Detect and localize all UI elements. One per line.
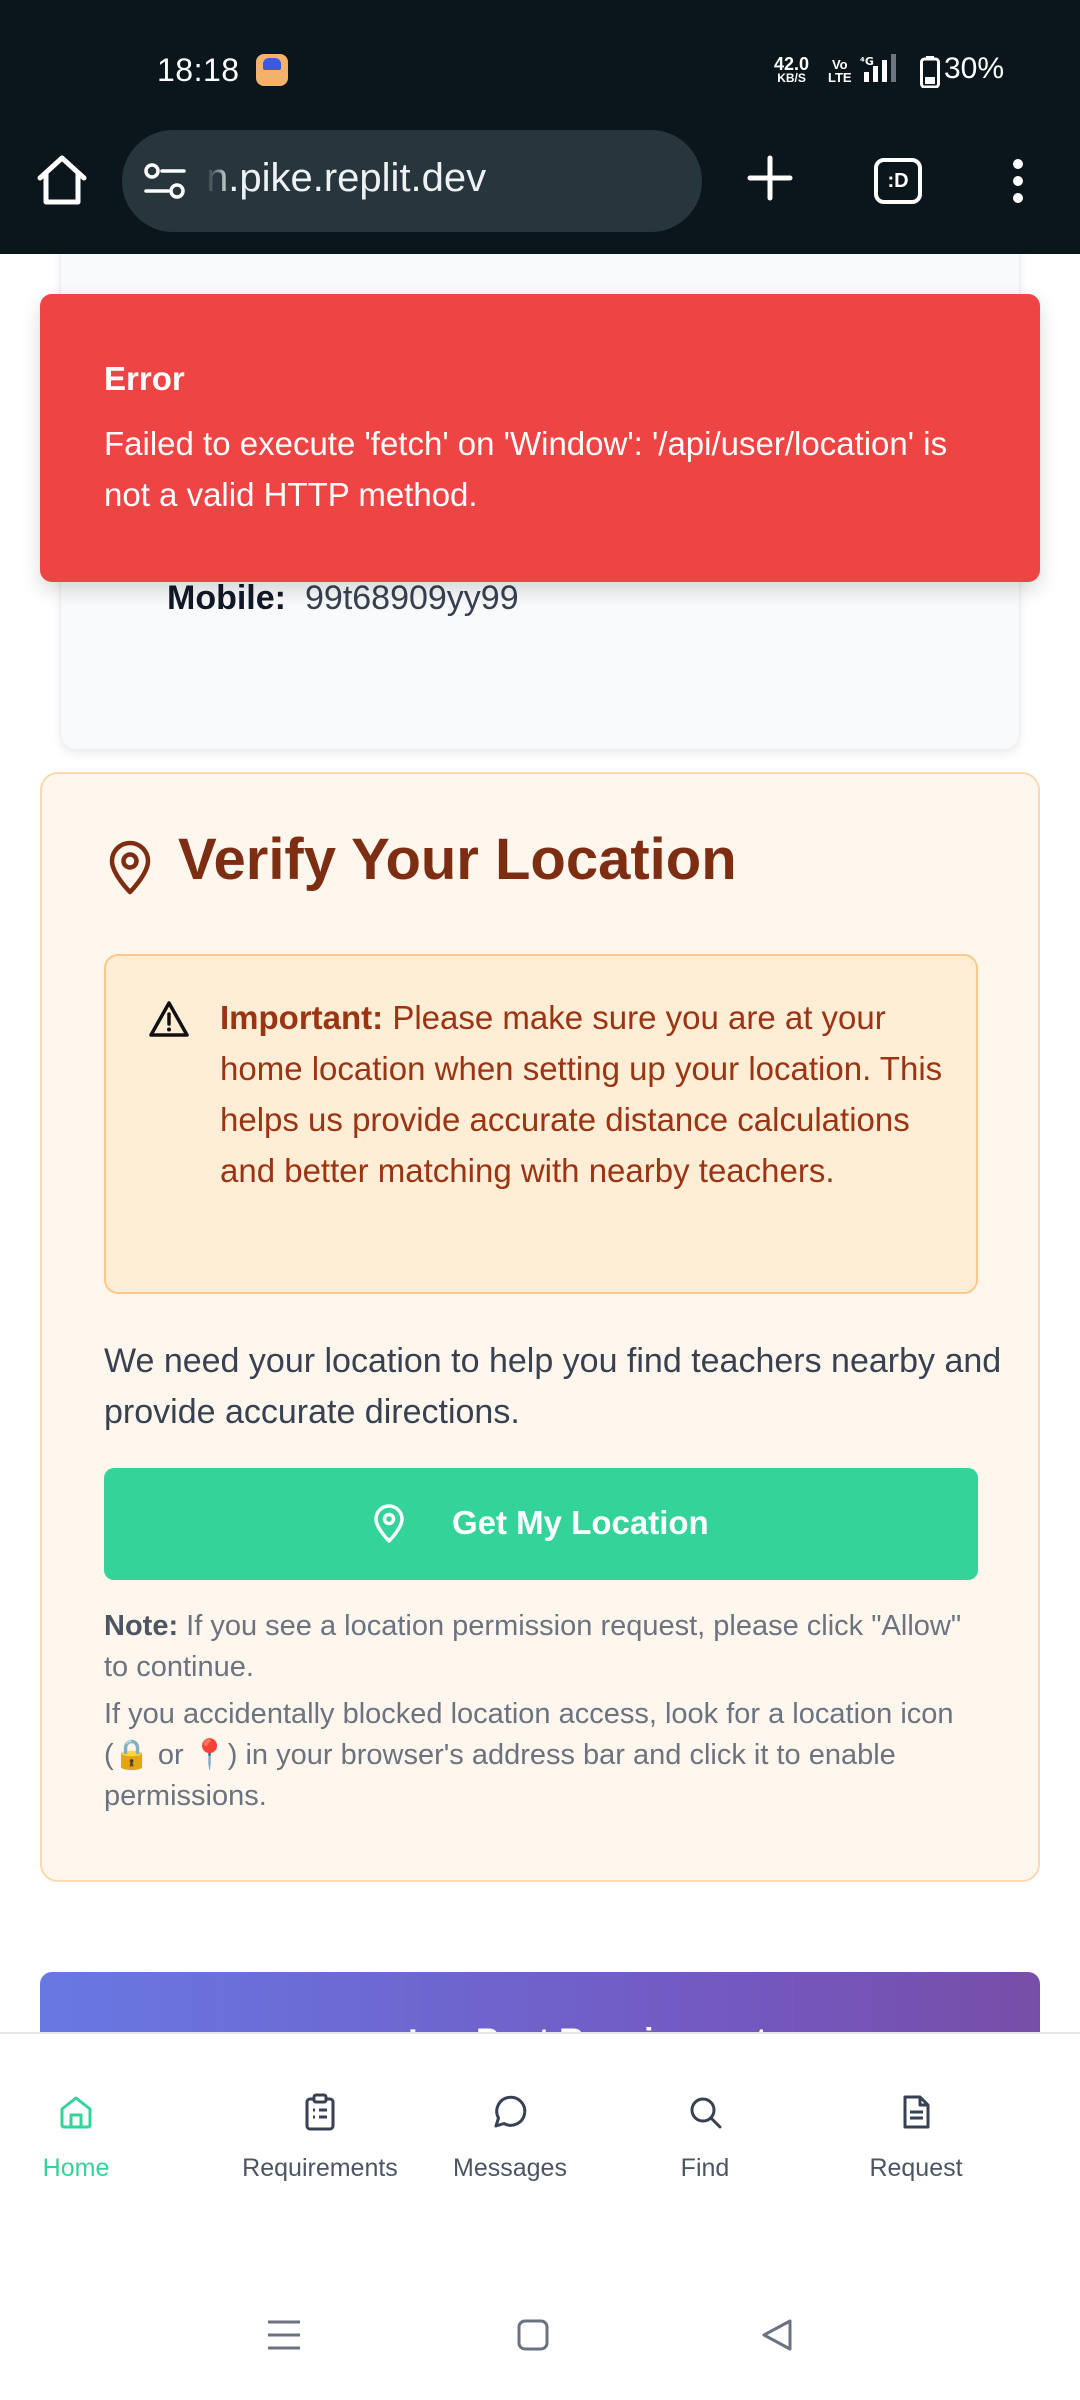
status-time: 18:18: [157, 52, 240, 88]
home-square-icon[interactable]: [516, 2318, 550, 2352]
battery-percent: 30%: [944, 52, 1005, 85]
nav-request[interactable]: Request: [856, 2092, 976, 2183]
svg-text:⁴G: ⁴G: [860, 55, 874, 68]
nav-label-home: Home: [42, 2154, 110, 2182]
network-speed-unit: KB/S: [777, 71, 806, 85]
address-bar[interactable]: n.pike.replit.dev: [122, 130, 702, 232]
error-toast[interactable]: Error Failed to execute 'fetch' on 'Wind…: [40, 294, 1040, 582]
volte-line2: LTE: [828, 70, 852, 85]
note-body: If you see a location permission request…: [104, 1610, 962, 1683]
important-alert: Important: Please make sure you are at y…: [104, 954, 978, 1294]
location-title: Verify Your Location: [178, 827, 737, 892]
map-pin-icon: [109, 840, 151, 895]
verify-location-card: Verify Your Location Important: Please m…: [40, 772, 1040, 1882]
system-nav-bar: [0, 2232, 1080, 2400]
map-pin-icon: [374, 1504, 404, 1543]
page-content: Mobile: 99t68909yy99 Error Failed to exe…: [0, 254, 1080, 2032]
mobile-label: Mobile:: [167, 579, 286, 617]
clipboard-icon: [305, 2093, 335, 2131]
nav-label-messages: Messages: [453, 2154, 567, 2182]
network-speed: 42.0 KB/S: [774, 55, 809, 85]
notification-app-icon: [256, 54, 288, 86]
signal-4g-icon: ⁴G: [860, 54, 896, 82]
note-text: Note: If you see a location permission r…: [104, 1606, 984, 1688]
home-icon: [60, 2096, 92, 2129]
home-icon[interactable]: [34, 152, 90, 208]
alert-text: Important: Please make sure you are at y…: [220, 992, 950, 1196]
nav-find[interactable]: Find: [665, 2092, 745, 2183]
chat-bubble-icon: [494, 2095, 527, 2128]
location-description: We need your location to help you find t…: [104, 1342, 1002, 1431]
tab-switcher-button[interactable]: :D: [874, 158, 922, 204]
plus-icon: +: [400, 2016, 426, 2032]
url-text[interactable]: n.pike.replit.dev: [206, 156, 686, 201]
volte-indicator: Vo LTE: [828, 58, 852, 84]
new-tab-icon[interactable]: [746, 154, 794, 202]
toast-title: Error: [104, 360, 185, 397]
nav-label-request: Request: [869, 2154, 963, 2182]
mobile-value: 99t68909yy99: [305, 579, 519, 617]
nav-messages[interactable]: Messages: [440, 2092, 580, 2183]
nav-requirements[interactable]: Requirements: [230, 2092, 410, 2183]
toast-message: Failed to execute 'fetch' on 'Window': '…: [104, 425, 948, 513]
warning-triangle-icon: [149, 1001, 189, 1037]
document-icon: [903, 2095, 930, 2129]
bottom-nav: Home Requirements Messages Find Request: [0, 2032, 1080, 2232]
nav-label-requirements: Requirements: [242, 2154, 398, 2182]
post-requirement-button[interactable]: + Post Requirement: [40, 1972, 1040, 2032]
note-strong: Note:: [104, 1610, 179, 1642]
browser-chrome: 18:18 42.0 KB/S Vo LTE ⁴G 30% n.pike.rep…: [0, 0, 1080, 254]
search-icon: [690, 2097, 722, 2129]
get-my-location-label: Get My Location: [452, 1504, 709, 1541]
nav-label-find: Find: [680, 2154, 730, 2182]
post-requirement-label: Post Requirement: [476, 2022, 767, 2032]
nav-home[interactable]: Home: [36, 2092, 116, 2183]
back-triangle-icon[interactable]: [760, 2318, 794, 2352]
recent-apps-icon[interactable]: [266, 2318, 302, 2352]
alert-strong: Important:: [220, 999, 384, 1036]
get-my-location-button[interactable]: Get My Location: [104, 1468, 978, 1580]
more-menu-icon[interactable]: [1006, 158, 1030, 204]
battery-icon: [920, 56, 940, 88]
blocked-access-note: If you accidentally blocked location acc…: [104, 1698, 954, 1812]
site-settings-icon[interactable]: [142, 160, 188, 202]
